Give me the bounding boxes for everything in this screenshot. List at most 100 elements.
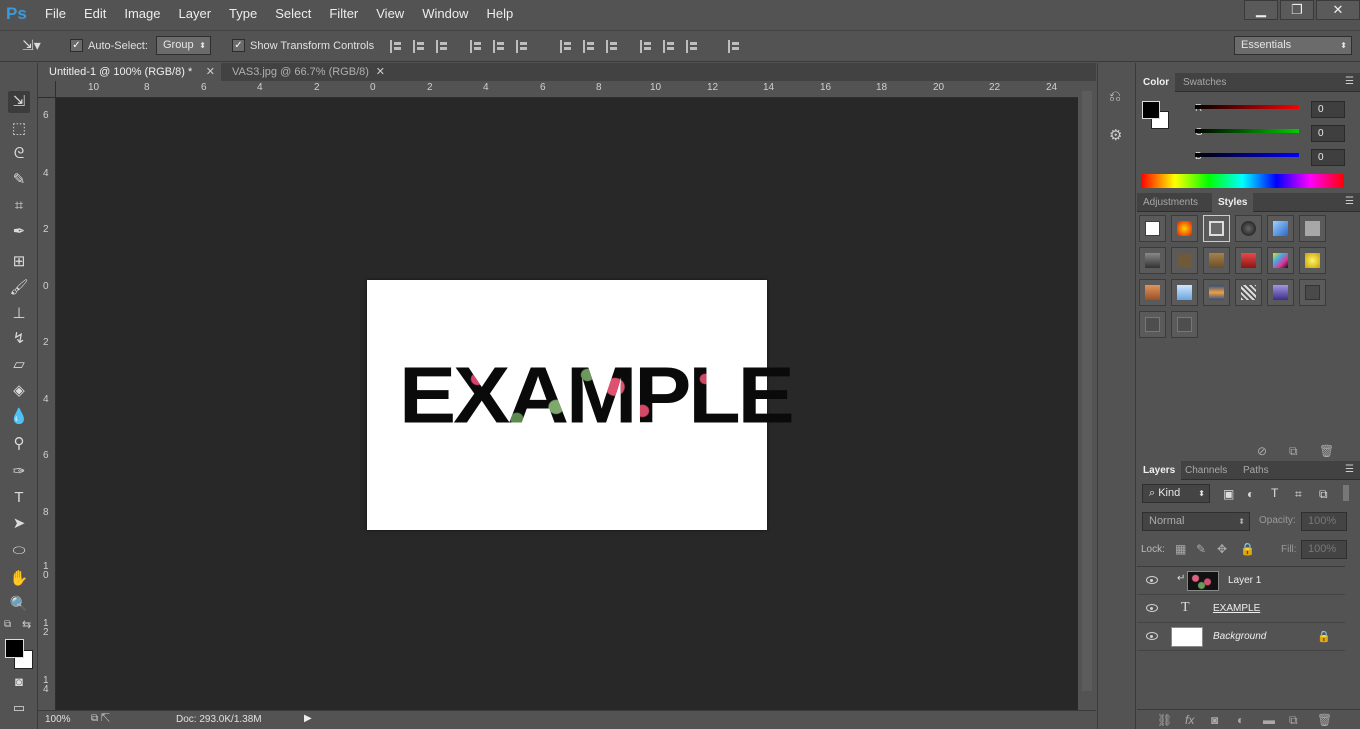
filter-shape-icon[interactable]: ⌗ [1295, 487, 1302, 502]
menu-filter[interactable]: Filter [320, 0, 367, 28]
visibility-eye-icon[interactable] [1146, 604, 1158, 612]
blue-slider[interactable]: B 0 [1141, 149, 1351, 171]
distribute-right-icon[interactable] [686, 40, 700, 53]
style-swatch[interactable] [1139, 279, 1166, 306]
history-brush-tool-icon[interactable]: ↯ [8, 328, 30, 350]
adjustment-layer-icon[interactable]: ◐ [1237, 713, 1244, 727]
green-value[interactable]: 0 [1311, 125, 1345, 142]
tab-styles[interactable]: Styles [1212, 193, 1254, 212]
menu-select[interactable]: Select [266, 0, 320, 28]
menu-layer[interactable]: Layer [170, 0, 221, 28]
clear-style-icon[interactable]: ⊘ [1257, 444, 1267, 458]
layer-style-fx-icon[interactable]: fx [1185, 713, 1194, 727]
panel-menu-icon[interactable]: ☰ [1345, 464, 1354, 475]
scrollbar-track[interactable] [1082, 91, 1092, 691]
clipped-floral-text[interactable]: EXAMPLE [399, 355, 792, 435]
auto-select-checkbox[interactable]: ✓ [70, 39, 83, 52]
crop-tool-icon[interactable]: ⌗ [8, 195, 30, 217]
style-swatch[interactable] [1267, 279, 1294, 306]
eyedropper-tool-icon[interactable]: ✒ [8, 221, 30, 243]
style-swatch[interactable] [1267, 247, 1294, 274]
default-colors-icon[interactable]: ⧉ [4, 619, 11, 630]
red-gradient[interactable] [1195, 105, 1299, 109]
red-slider[interactable]: R 0 [1141, 101, 1351, 123]
style-swatch[interactable] [1203, 279, 1230, 306]
visibility-eye-icon[interactable] [1146, 576, 1158, 584]
path-selection-tool-icon[interactable]: ➤ [8, 513, 30, 535]
vertical-scrollbar[interactable] [1078, 81, 1096, 710]
style-swatch[interactable] [1299, 215, 1326, 242]
menu-window[interactable]: Window [413, 0, 477, 28]
tab-vas3[interactable]: VAS3.jpg @ 66.7% (RGB/8) ✕ [221, 63, 391, 81]
tab-color[interactable]: Color [1137, 73, 1176, 92]
quick-mask-icon[interactable]: ◙ [8, 671, 30, 693]
style-swatch[interactable] [1171, 215, 1198, 242]
hand-tool-icon[interactable]: ✋ [8, 568, 30, 590]
marquee-tool-icon[interactable]: ⬚ [8, 118, 30, 140]
style-swatch-none[interactable] [1139, 215, 1166, 242]
minimize-button[interactable]: ▁ [1244, 0, 1278, 20]
distribute-vcenter-icon[interactable] [583, 40, 597, 53]
pen-tool-icon[interactable]: ✑ [8, 461, 30, 483]
healing-brush-tool-icon[interactable]: ⊞ [8, 251, 30, 273]
lasso-tool-icon[interactable]: ᘓ [8, 143, 30, 165]
restore-button[interactable]: ❐ [1280, 0, 1314, 20]
style-swatch[interactable] [1139, 311, 1166, 338]
style-swatch[interactable] [1299, 247, 1326, 274]
move-tool-preset-icon[interactable]: ⇲▾ [22, 37, 41, 54]
distribute-top-icon[interactable] [560, 40, 574, 53]
layer-row-example[interactable]: T EXAMPLE [1137, 595, 1345, 623]
eraser-tool-icon[interactable]: ▱ [8, 354, 30, 376]
filter-smart-object-icon[interactable]: ⧉ [1319, 487, 1328, 502]
link-layers-icon[interactable]: ⛓ [1157, 713, 1172, 727]
close-tab-icon[interactable]: ✕ [206, 63, 215, 81]
style-swatch[interactable] [1299, 279, 1326, 306]
history-panel-icon[interactable]: ⎌ [1109, 88, 1121, 105]
distribute-bottom-icon[interactable] [606, 40, 620, 53]
align-vcenter-icon[interactable] [413, 40, 427, 53]
auto-align-icon[interactable] [728, 40, 742, 53]
blend-mode-dropdown[interactable]: Normal ⬍ [1142, 512, 1250, 531]
close-button[interactable]: ✕ [1316, 0, 1360, 20]
green-gradient[interactable] [1195, 129, 1299, 133]
menu-edit[interactable]: Edit [75, 0, 115, 28]
canvas-area[interactable]: EXAMPLE [56, 98, 1078, 710]
style-swatch[interactable] [1171, 279, 1198, 306]
style-swatch[interactable] [1267, 215, 1294, 242]
color-spectrum-bar[interactable] [1141, 174, 1344, 188]
tab-untitled-1[interactable]: Untitled-1 @ 100% (RGB/8) * ✕ [38, 63, 221, 81]
screen-mode-icon[interactable]: ▭ [8, 697, 30, 719]
properties-panel-icon[interactable]: ⚙ [1109, 126, 1122, 144]
lock-transparency-icon[interactable]: ▦ [1175, 542, 1186, 556]
new-style-icon[interactable]: ⧉ [1289, 444, 1298, 459]
clone-stamp-tool-icon[interactable]: ⊥ [8, 303, 30, 325]
layer-row-layer-1[interactable]: ↵ Layer 1 [1137, 567, 1345, 595]
layer-name[interactable]: Background [1213, 631, 1266, 642]
red-value[interactable]: 0 [1311, 101, 1345, 118]
distribute-left-icon[interactable] [640, 40, 654, 53]
type-tool-icon[interactable]: T [8, 487, 30, 509]
tab-paths[interactable]: Paths [1237, 461, 1275, 480]
panel-menu-icon[interactable]: ☰ [1345, 76, 1354, 87]
align-right-icon[interactable] [516, 40, 530, 53]
menu-image[interactable]: Image [115, 0, 169, 28]
delete-style-icon[interactable]: 🗑 [1319, 444, 1334, 458]
brush-tool-icon[interactable]: 🖌 [8, 277, 30, 299]
tab-swatches[interactable]: Swatches [1177, 73, 1232, 92]
tab-layers[interactable]: Layers [1137, 461, 1182, 480]
menu-help[interactable]: Help [477, 0, 522, 28]
blur-tool-icon[interactable]: 💧 [8, 406, 30, 428]
align-left-icon[interactable] [470, 40, 484, 53]
filter-pixel-icon[interactable]: ▣ [1223, 487, 1234, 501]
zoom-tool-icon[interactable]: 🔍 [8, 594, 30, 616]
ellipse-tool-icon[interactable]: ⬭ [8, 540, 30, 562]
green-slider[interactable]: G 0 [1141, 125, 1351, 147]
paint-bucket-tool-icon[interactable]: ◈ [8, 380, 30, 402]
style-swatch[interactable] [1235, 215, 1262, 242]
style-swatch[interactable] [1203, 247, 1230, 274]
show-transform-checkbox[interactable]: ✓ [232, 39, 245, 52]
visibility-eye-icon[interactable] [1146, 632, 1158, 640]
zoom-level[interactable]: 100% [45, 714, 71, 725]
align-bottom-icon[interactable] [436, 40, 450, 53]
document-canvas[interactable]: EXAMPLE [367, 280, 792, 530]
